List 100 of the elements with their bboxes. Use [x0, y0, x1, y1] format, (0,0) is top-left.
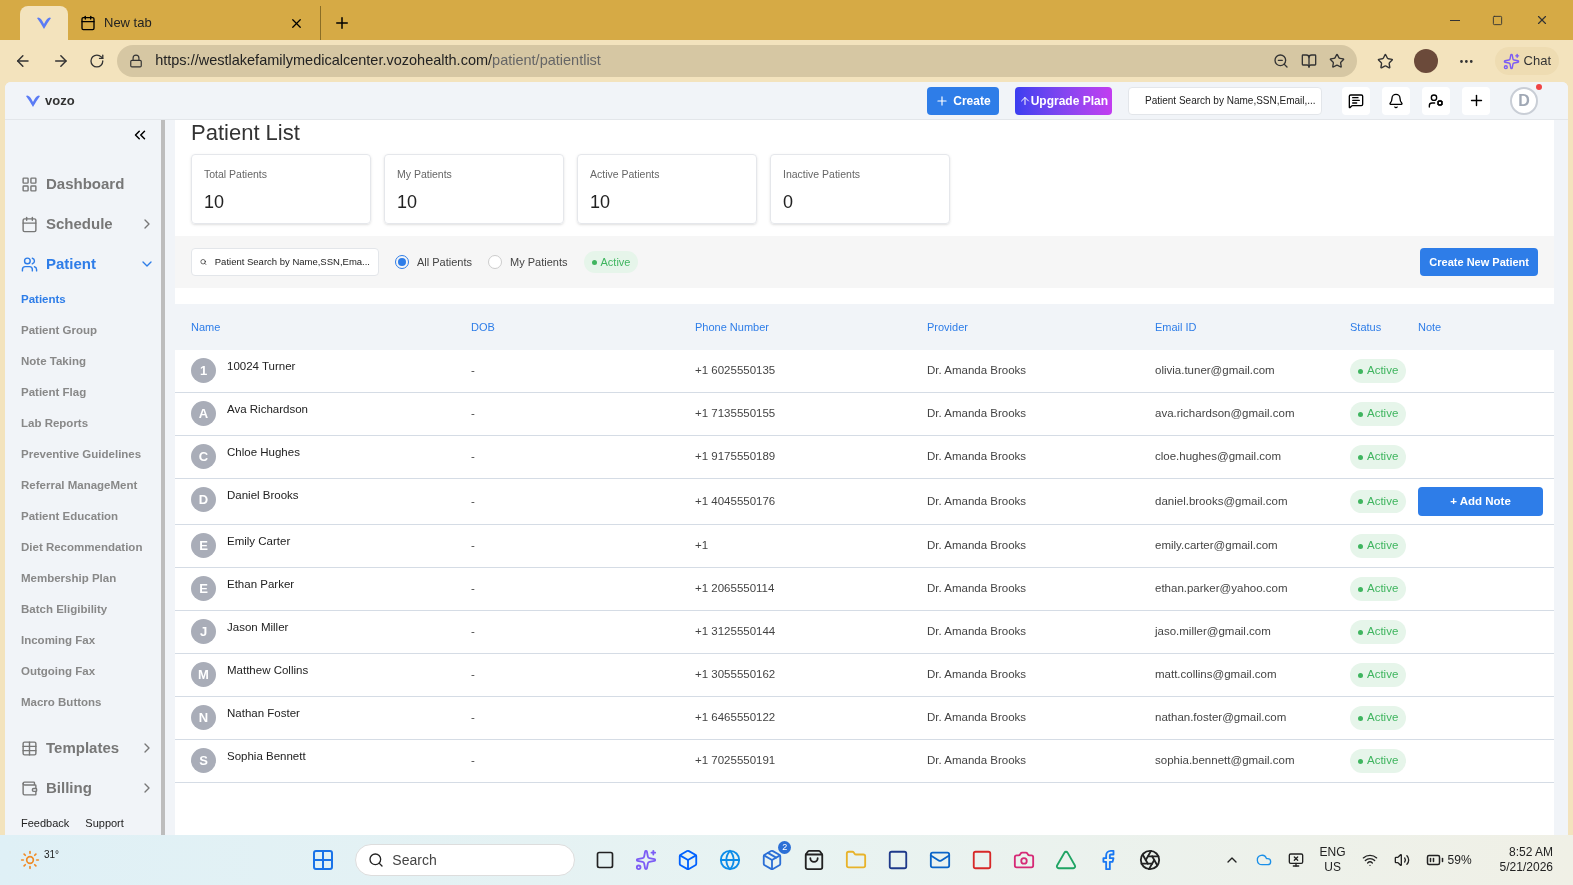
sidebar-subitem[interactable]: Patients: [5, 284, 161, 315]
patient-name[interactable]: Chloe Hughes: [227, 444, 300, 462]
column-header[interactable]: DOB: [471, 318, 695, 336]
sidebar-item[interactable]: Billing: [5, 768, 161, 808]
messages-button[interactable]: [1342, 86, 1370, 115]
create-button[interactable]: Create: [927, 86, 999, 115]
patient-name[interactable]: Matthew Collins: [227, 662, 309, 680]
status-badge: Active: [1350, 402, 1407, 426]
mail-icon[interactable]: [929, 849, 952, 871]
sidebar-item[interactable]: Patient: [5, 244, 161, 284]
column-header[interactable]: Name: [191, 318, 471, 336]
table-cell-text: cloe.hughes@gmail.com: [1155, 449, 1283, 465]
table-row[interactable]: E Ethan Parker - +1 2065550114 Dr. Amanda Brooks ethan.parker@yahoo.com Active: [175, 568, 1554, 611]
footer-link[interactable]: Support: [85, 814, 124, 831]
column-header[interactable]: Status: [1350, 318, 1418, 336]
patient-name[interactable]: Daniel Brooks: [227, 487, 299, 505]
page-title: Patient List: [190, 120, 301, 146]
arrow-up-icon: [1018, 94, 1031, 107]
drive-icon[interactable]: [1055, 849, 1078, 871]
browser-tab[interactable]: [20, 6, 68, 40]
copilot-icon: [1502, 52, 1520, 70]
radio-option[interactable]: All Patients: [395, 253, 473, 271]
avatar-initial: E: [191, 576, 216, 601]
sidebar-item[interactable]: Schedule: [5, 204, 161, 244]
address-field[interactable]: https://westlakefamilymedicalcenter.vozohealth.com/patient/patientlist: [117, 45, 1358, 77]
back-icon[interactable]: [14, 52, 32, 70]
patient-name[interactable]: Ethan Parker: [227, 576, 295, 594]
language-indicator[interactable]: ENG US: [1319, 845, 1346, 875]
vozo-logo-icon: [36, 16, 52, 30]
table-row[interactable]: J Jason Miller - +1 3125550144 Dr. Amanda Brooks jaso.miller@gmail.com Active: [175, 611, 1554, 654]
column-header[interactable]: Phone Number: [695, 318, 927, 336]
column-header[interactable]: Provider: [927, 318, 1155, 336]
box-icon[interactable]: [677, 849, 700, 871]
add-button[interactable]: [1462, 86, 1490, 115]
sidebar-item[interactable]: Dashboard: [5, 164, 161, 204]
notifications-button[interactable]: [1382, 86, 1410, 115]
favorite-icon[interactable]: [1329, 53, 1346, 69]
copilot-icon[interactable]: [635, 849, 658, 871]
patient-name[interactable]: 10024 Turner: [227, 358, 296, 376]
table-cell-text: +1 6025550135: [695, 363, 777, 379]
upgrade-plan-button[interactable]: Upgrade Plan: [1014, 86, 1112, 115]
table-cell-text: -: [471, 753, 476, 769]
browser-icon[interactable]: [719, 849, 742, 871]
restore-icon[interactable]: [1492, 14, 1503, 26]
table-cell-text: Dr. Amanda Brooks: [927, 710, 1028, 726]
profile-avatar[interactable]: [1414, 49, 1438, 73]
favorites-icon[interactable]: [1377, 52, 1395, 70]
table-cell-text: Dr. Amanda Brooks: [927, 624, 1028, 640]
cloud-icon[interactable]: [1255, 852, 1272, 868]
reader-icon[interactable]: [1301, 53, 1318, 69]
lock-icon: [129, 54, 144, 68]
shopping-icon[interactable]: [803, 849, 826, 871]
create-new-patient-button[interactable]: Create New Patient: [1420, 248, 1538, 276]
avatar-initial: 1: [191, 358, 216, 383]
taskbar-search-field[interactable]: Search: [355, 844, 576, 876]
patient-name[interactable]: Ava Richardson: [227, 401, 308, 419]
table-cell-text: +1 3125550144: [695, 624, 777, 640]
app-tile-icon[interactable]: [887, 849, 910, 871]
table-cell-text: +1 2065550114: [695, 581, 776, 597]
patient-name[interactable]: Emily Carter: [227, 533, 291, 551]
table-row[interactable]: M Matthew Collins - +1 3055550162 Dr. Amanda Brooks matt.collins@gmail.com Active: [175, 654, 1554, 697]
status-badge: Active: [1350, 620, 1407, 644]
user-settings-button[interactable]: [1422, 86, 1450, 115]
table-cell-text: -: [471, 449, 476, 465]
avatar-initial: A: [191, 401, 216, 426]
footer-link[interactable]: Feedback: [21, 814, 70, 831]
radio-option[interactable]: My Patients: [488, 253, 568, 271]
table-row[interactable]: 1 10024 Turner - +1 6025550135 Dr. Amanda Brooks olivia.tuner@gmail.com Active: [175, 350, 1554, 393]
search-icon: [368, 852, 385, 868]
patient-name[interactable]: Sophia Bennett: [227, 748, 306, 766]
browser-tab[interactable]: New tab: [72, 6, 312, 40]
task-view-icon[interactable]: [595, 850, 616, 870]
status-badge: Active: [1350, 663, 1407, 687]
sidebar-item[interactable]: Templates: [5, 728, 161, 768]
minimize-icon[interactable]: [1450, 19, 1460, 21]
patient-name[interactable]: Jason Miller: [227, 619, 289, 637]
reload-icon[interactable]: [89, 53, 106, 69]
chat-button[interactable]: Chat: [1494, 47, 1560, 75]
add-note-button[interactable]: + Add Note: [1418, 487, 1543, 516]
column-header[interactable]: Email ID: [1155, 318, 1350, 336]
column-header[interactable]: Note: [1418, 318, 1478, 336]
header-search-field[interactable]: Patient Search by Name,SSN,Email,...: [1128, 86, 1322, 115]
table-row[interactable]: E Emily Carter - +1 Dr. Amanda Brooks emily.carter@gmail.com Active: [175, 525, 1554, 568]
table-row[interactable]: C Chloe Hughes - +1 9175550189 Dr. Amanda Brooks cloe.hughes@gmail.com Active: [175, 436, 1554, 479]
camera-icon[interactable]: [1013, 849, 1036, 871]
table-cell-text: +1 4045550176: [695, 493, 777, 509]
network-error-icon[interactable]: [1287, 852, 1304, 868]
patient-search-field[interactable]: Patient Search by Name,SSN,Ema...: [191, 248, 379, 276]
table-row[interactable]: S Sophia Bennett - +1 7025550191 Dr. Amanda Brooks sophia.bennett@gmail.com Active: [175, 740, 1554, 783]
new-tab-icon[interactable]: [333, 14, 351, 32]
table-row[interactable]: D Daniel Brooks - +1 4045550176 Dr. Amanda Brooks daniel.brooks@gmail.com Active + Add Note: [175, 479, 1554, 525]
store-icon[interactable]: [761, 849, 784, 871]
table-cell-text: Dr. Amanda Brooks: [927, 753, 1028, 769]
patient-name[interactable]: Nathan Foster: [227, 705, 300, 723]
table-row[interactable]: A Ava Richardson - +1 7135550155 Dr. Amanda Brooks ava.richardson@gmail.com Active: [175, 393, 1554, 436]
table-row[interactable]: N Nathan Foster - +1 6465550122 Dr. Amanda Brooks nathan.foster@gmail.com Active: [175, 697, 1554, 740]
close-window-icon[interactable]: [1535, 13, 1549, 27]
zoom-out-icon[interactable]: [1273, 53, 1290, 69]
start-icon[interactable]: [311, 848, 336, 872]
clock[interactable]: 8:52 AM 5/21/2026: [1499, 845, 1553, 875]
